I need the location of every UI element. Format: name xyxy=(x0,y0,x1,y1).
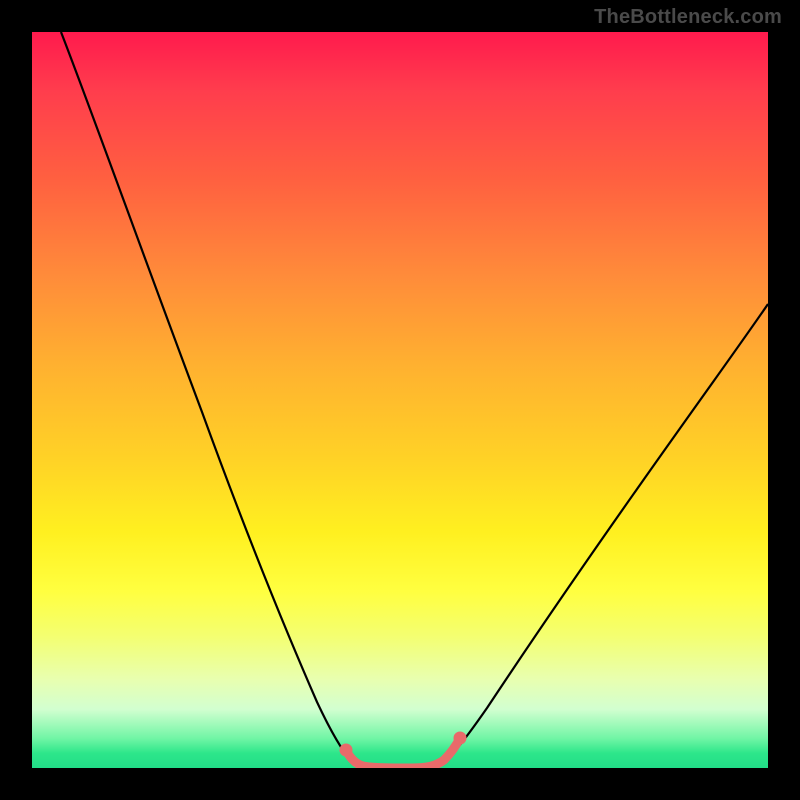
plot-area xyxy=(32,32,768,768)
chart-frame: TheBottleneck.com xyxy=(0,0,800,800)
valley-right-dot-icon xyxy=(454,732,467,745)
valley-left-dot-icon xyxy=(340,744,353,757)
watermark-text: TheBottleneck.com xyxy=(594,6,782,29)
bottleneck-right-curve xyxy=(437,304,768,768)
bottleneck-left-curve xyxy=(61,32,363,768)
valley-accent-curve xyxy=(346,738,460,768)
curve-overlay xyxy=(32,32,768,768)
